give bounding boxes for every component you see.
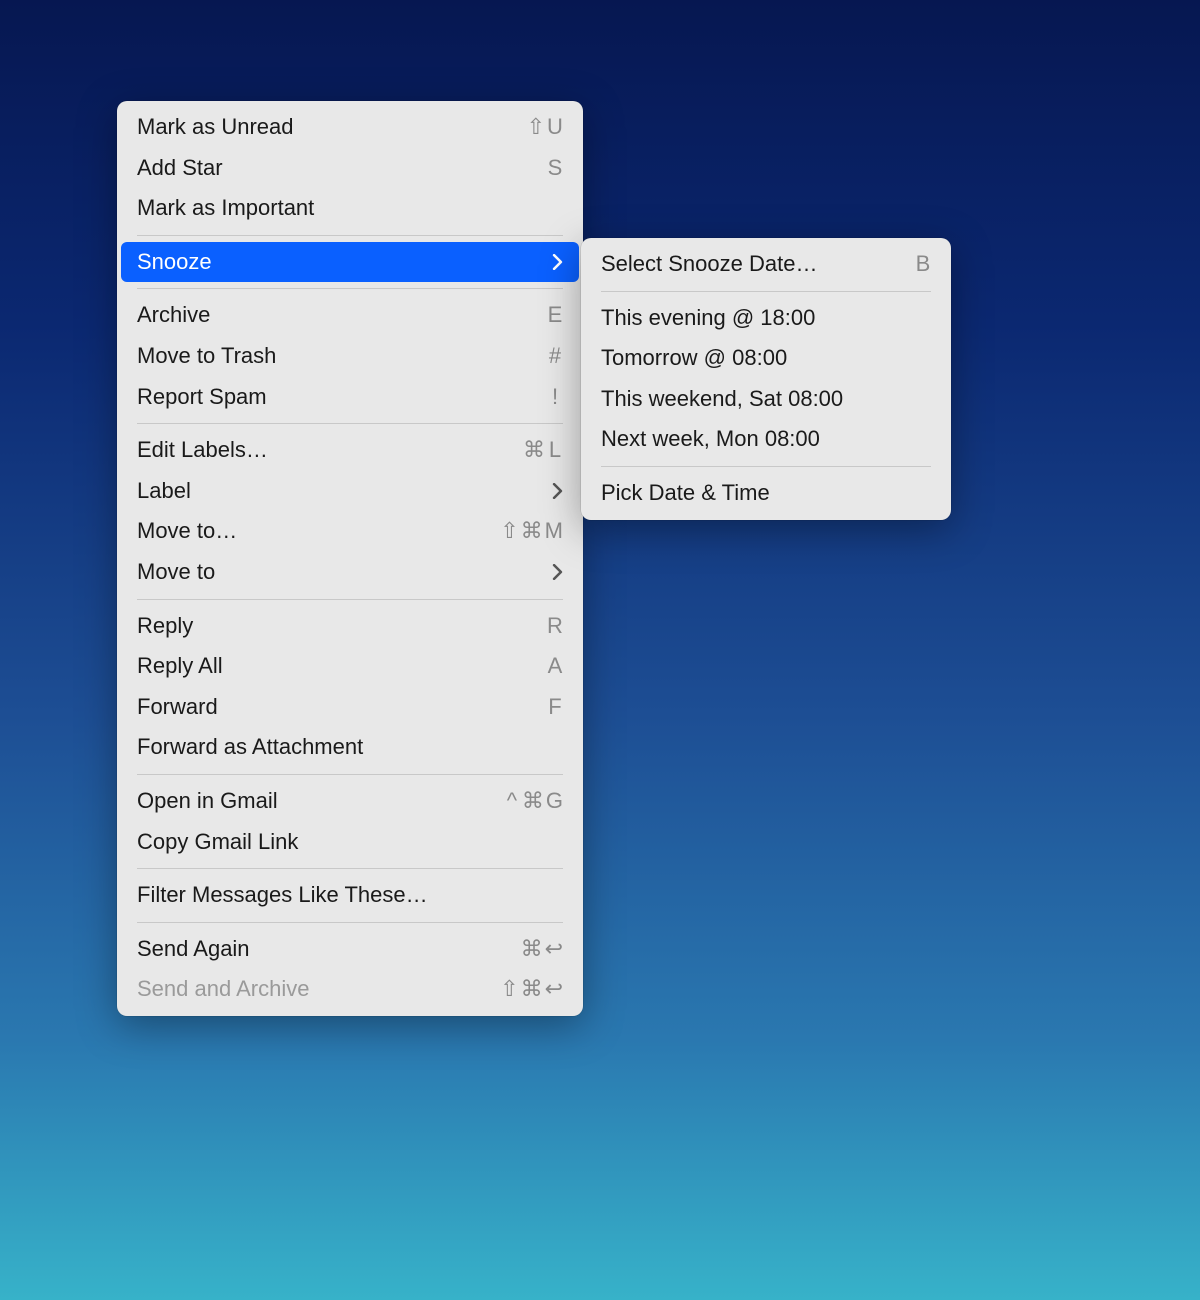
menu-shortcut: ⌘↩ [521,935,563,964]
menu-item-label: Select Snooze Date… [601,250,817,279]
menu-item-select-snooze-date[interactable]: Select Snooze Date… B [581,244,951,285]
menu-item-label: Send Again [137,935,250,964]
menu-shortcut: F [547,693,563,722]
menu-item-mark-unread[interactable]: Mark as Unread ⇧U [117,107,583,148]
menu-item-label: Reply [137,612,193,641]
menu-shortcut: R [547,612,563,641]
menu-item-move-to-ellipsis[interactable]: Move to… ⇧⌘M [117,511,583,552]
menu-item-snooze[interactable]: Snooze [121,242,579,283]
context-menu-snooze: Select Snooze Date… B This evening @ 18:00… [581,238,951,520]
menu-item-label: Reply All [137,652,223,681]
menu-item-label: Pick Date & Time [601,479,770,508]
menu-item-label: Forward as Attachment [137,733,363,762]
menu-item-mark-important[interactable]: Mark as Important [117,188,583,229]
menu-item-label: Archive [137,301,210,330]
menu-divider [137,868,563,869]
menu-item-forward-attachment[interactable]: Forward as Attachment [117,727,583,768]
menu-divider [137,423,563,424]
menu-divider [601,291,931,292]
menu-item-label: Move to… [137,517,237,546]
menu-item-label: Label [137,477,191,506]
menu-shortcut: ⌘L [523,436,563,465]
menu-shortcut: A [547,652,563,681]
menu-item-add-star[interactable]: Add Star S [117,148,583,189]
menu-item-report-spam[interactable]: Report Spam! [117,377,583,418]
menu-item-label: Filter Messages Like These… [137,881,428,910]
menu-item-pick-date-time[interactable]: Pick Date & Time [581,473,951,514]
chevron-right-icon [552,254,563,270]
menu-item-open-gmail[interactable]: Open in Gmail ^⌘G [117,781,583,822]
chevron-right-icon [552,483,563,499]
menu-item-label: Next week, Mon 08:00 [601,425,820,454]
menu-item-label: Move to Trash [137,342,276,371]
menu-item-label: Mark as Unread [137,113,294,142]
menu-divider [601,466,931,467]
menu-item-label[interactable]: Label [117,471,583,512]
menu-item-filter-messages[interactable]: Filter Messages Like These… [117,875,583,916]
menu-shortcut: ! [547,383,563,412]
menu-item-reply[interactable]: Reply R [117,606,583,647]
menu-shortcut: B [915,250,931,279]
chevron-right-icon [552,564,563,580]
menu-item-edit-labels[interactable]: Edit Labels… ⌘L [117,430,583,471]
menu-item-label: This evening @ 18:00 [601,304,815,333]
menu-item-next-week[interactable]: Next week, Mon 08:00 [581,419,951,460]
menu-item-label: Copy Gmail Link [137,828,298,857]
menu-item-label: Report Spam [137,383,267,412]
menu-item-label: Snooze [137,248,212,277]
menu-item-label: Add Star [137,154,223,183]
menu-item-copy-gmail-link[interactable]: Copy Gmail Link [117,822,583,863]
menu-item-this-evening[interactable]: This evening @ 18:00 [581,298,951,339]
menu-item-send-again[interactable]: Send Again ⌘↩ [117,929,583,970]
menu-item-label: Forward [137,693,218,722]
menu-item-label: Open in Gmail [137,787,278,816]
menu-item-reply-all[interactable]: Reply All A [117,646,583,687]
menu-item-label: Send and Archive [137,975,309,1004]
menu-shortcut: ⇧⌘↩ [500,975,563,1004]
menu-item-forward[interactable]: Forward F [117,687,583,728]
context-menu-main: Mark as Unread ⇧U Add Star S Mark as Importa… [117,101,583,1016]
menu-item-send-archive[interactable]: Send and Archive ⇧⌘↩ [117,969,583,1010]
menu-item-label: This weekend, Sat 08:00 [601,385,843,414]
menu-divider [137,235,563,236]
menu-item-archive[interactable]: Archive E [117,295,583,336]
menu-item-label: Move to [137,558,215,587]
menu-shortcut: ⇧U [527,113,563,142]
menu-divider [137,922,563,923]
menu-shortcut: E [547,301,563,330]
menu-shortcut: S [547,154,563,183]
menu-item-move-to[interactable]: Move to [117,552,583,593]
menu-item-label: Edit Labels… [137,436,268,465]
menu-item-move-trash[interactable]: Move to Trash # [117,336,583,377]
menu-item-this-weekend[interactable]: This weekend, Sat 08:00 [581,379,951,420]
menu-shortcut: ^⌘G [504,787,563,816]
menu-divider [137,288,563,289]
menu-item-label: Mark as Important [137,194,314,223]
menu-shortcut: ⇧⌘M [500,517,563,546]
menu-divider [137,774,563,775]
menu-item-tomorrow[interactable]: Tomorrow @ 08:00 [581,338,951,379]
menu-item-label: Tomorrow @ 08:00 [601,344,787,373]
menu-shortcut: # [547,342,563,371]
menu-divider [137,599,563,600]
